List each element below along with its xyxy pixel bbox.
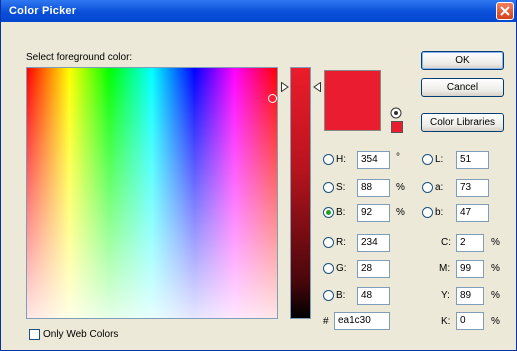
slider-arrow-right-icon[interactable] [313,82,321,92]
rgb-b-field[interactable]: 48 [357,287,390,305]
h-unit: ° [396,152,400,163]
g-field[interactable]: 28 [357,260,390,278]
k-label: K: [441,316,451,327]
lab-b-label: b: [435,207,444,218]
b-field[interactable]: 92 [357,204,390,222]
c-unit: % [491,237,500,248]
color-field-marker[interactable] [268,94,277,103]
y-field[interactable]: 89 [456,287,484,305]
cancel-button[interactable]: Cancel [421,78,504,97]
ok-button[interactable]: OK [421,51,504,70]
a-label: a: [435,182,444,193]
radio-rgb-b[interactable] [323,290,334,301]
a-field[interactable]: 73 [456,179,489,197]
hex-field[interactable]: ea1c30 [334,312,390,330]
m-unit: % [491,263,500,274]
y-label: Y: [441,290,450,301]
radio-lab-b[interactable] [422,207,433,218]
r-label: R: [336,237,346,248]
c-field[interactable]: 2 [456,234,484,252]
color-field[interactable] [26,67,278,319]
l-label: L: [435,154,444,165]
hex-label: # [323,316,329,327]
s-unit: % [396,182,405,193]
k-unit: % [491,316,500,327]
g-label: G: [336,263,347,274]
radio-g[interactable] [323,263,334,274]
radio-l[interactable] [422,154,433,165]
current-color-swatch [324,70,381,131]
radio-r[interactable] [323,237,334,248]
close-icon [500,6,510,16]
m-label: M: [439,263,451,274]
gamut-warning-icon[interactable] [390,107,402,119]
title-bar[interactable]: Color Picker [1,0,516,22]
web-colors-label: Only Web Colors [43,329,119,340]
radio-s[interactable] [323,182,334,193]
hue-slider[interactable] [290,67,311,319]
r-field[interactable]: 234 [357,234,390,252]
s-field[interactable]: 88 [357,179,390,197]
radio-a[interactable] [422,182,433,193]
rgb-b-label: B: [336,290,346,301]
h-label: H: [336,154,346,165]
color-libraries-button[interactable]: Color Libraries [421,113,504,132]
h-field[interactable]: 354 [357,151,390,169]
radio-h[interactable] [323,154,334,165]
color-picker-dialog: Color Picker Select foreground color: OK… [0,0,517,351]
close-button[interactable] [496,2,514,20]
k-field[interactable]: 0 [456,312,484,330]
l-field[interactable]: 51 [456,151,489,169]
window-title: Color Picker [9,5,77,17]
web-colors-checkbox[interactable] [29,329,40,340]
prompt-label: Select foreground color: [26,52,133,63]
b-label: B: [336,207,346,218]
y-unit: % [491,290,500,301]
c-label: C: [441,237,451,248]
m-field[interactable]: 99 [456,260,484,278]
s-label: S: [336,182,346,193]
b-unit: % [396,207,405,218]
lab-b-field[interactable]: 47 [456,204,489,222]
gamut-color-swatch[interactable] [391,121,403,133]
radio-b[interactable] [323,207,334,218]
slider-arrow-left-icon[interactable] [281,82,289,92]
